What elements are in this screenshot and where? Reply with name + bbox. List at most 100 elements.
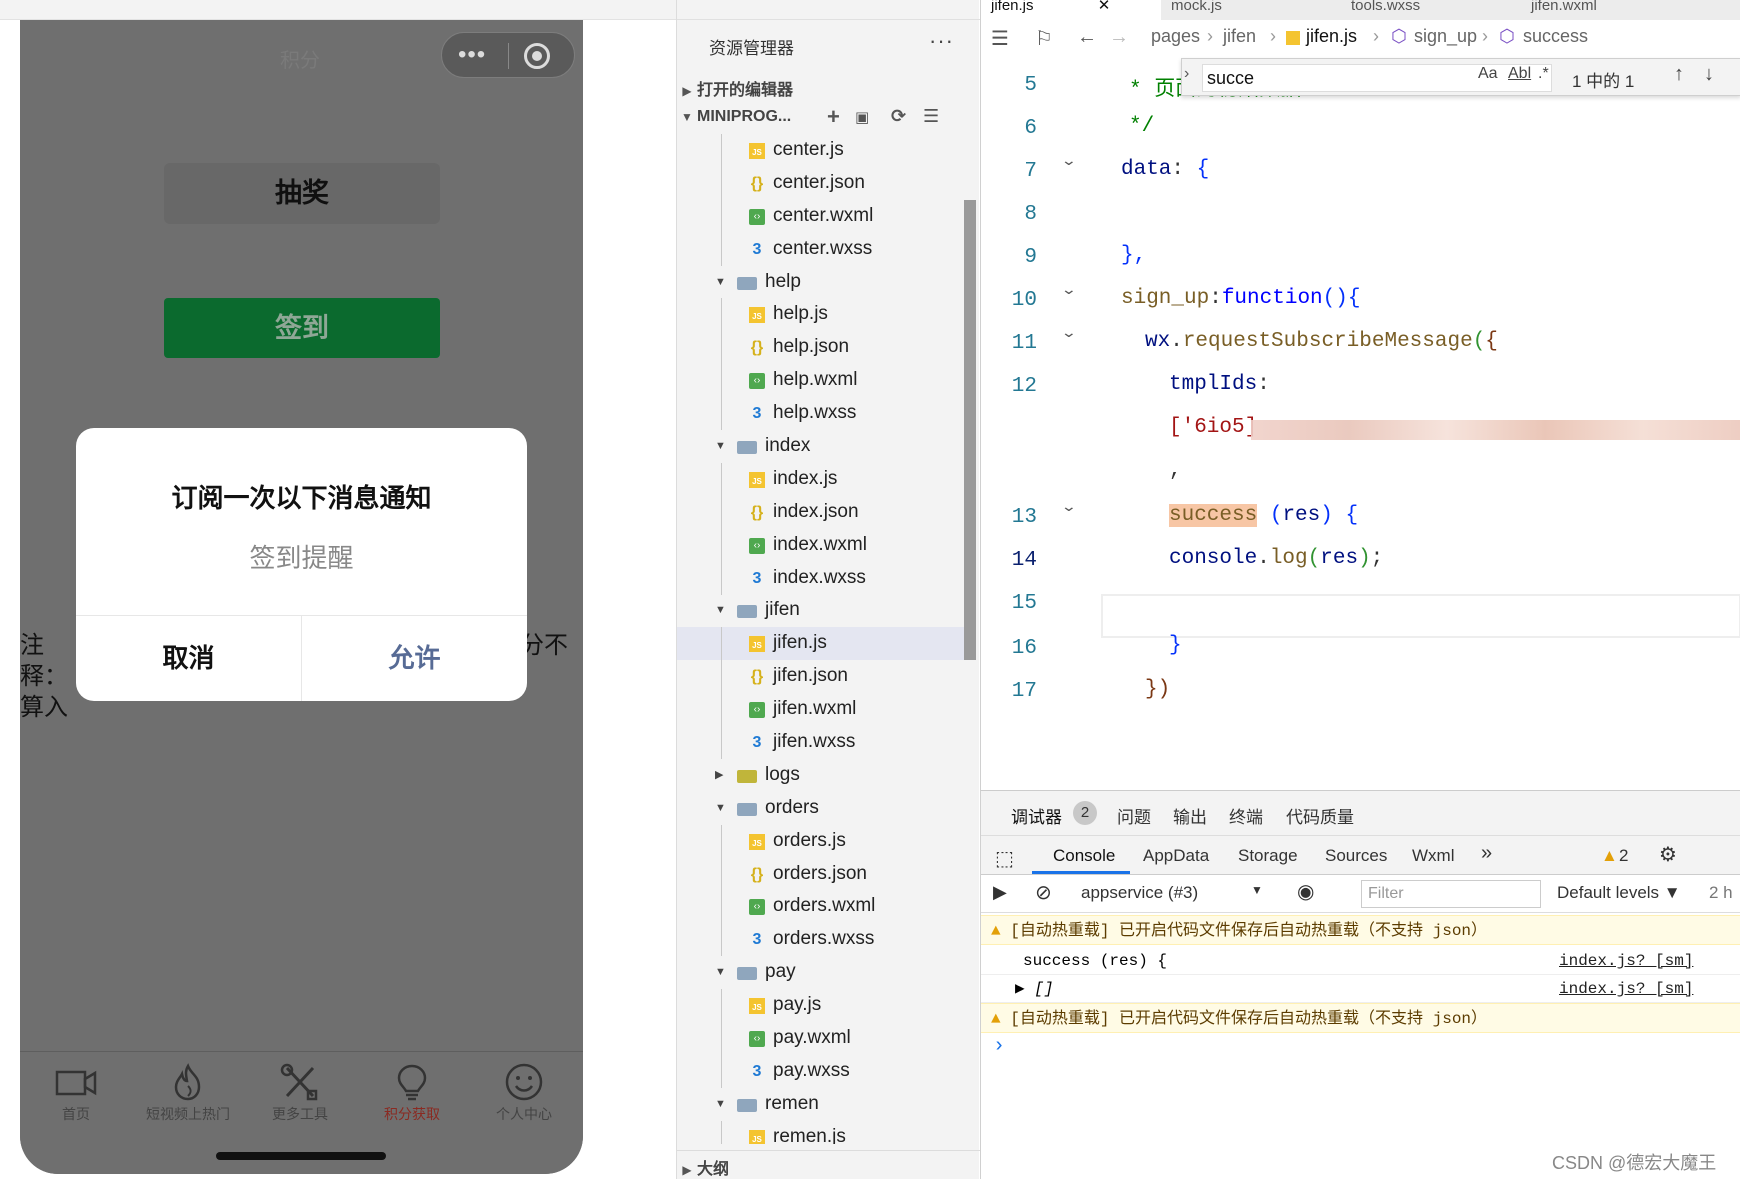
file-item[interactable]: ‹› center.wxml xyxy=(677,199,964,233)
tab-terminal[interactable]: 终端 xyxy=(1229,803,1263,828)
filter-input[interactable]: Filter xyxy=(1361,880,1541,908)
tab-storage[interactable]: Storage xyxy=(1238,846,1298,866)
breadcrumb-item[interactable]: jifen.js xyxy=(1306,26,1357,47)
eye-icon[interactable]: ◉ xyxy=(1297,879,1314,904)
open-editors-section[interactable]: ▶ 打开的编辑器 xyxy=(677,76,980,102)
tab-output[interactable]: 输出 xyxy=(1173,803,1207,828)
next-match-icon[interactable]: ↓ xyxy=(1704,63,1714,86)
file-item[interactable]: JS pay.js xyxy=(677,989,964,1023)
close-miniprogram-icon[interactable] xyxy=(524,43,550,69)
lottery-button[interactable]: 抽奖 xyxy=(164,163,440,224)
file-item[interactable]: JS help.js xyxy=(677,298,964,332)
file-item[interactable]: ‹› help.wxml xyxy=(677,364,964,398)
tab-hot-video[interactable]: 短视频上热门 xyxy=(132,1062,244,1124)
outline-section[interactable]: ▶ 大纲 xyxy=(677,1150,980,1179)
signin-button[interactable]: 签到 xyxy=(164,298,440,358)
file-item[interactable]: {} center.json xyxy=(677,166,964,200)
file-item[interactable]: ‹› pay.wxml xyxy=(677,1022,964,1056)
console-prompt[interactable]: › xyxy=(981,1035,1740,1058)
chevron-down-icon[interactable]: ▼ xyxy=(715,594,729,627)
fold-chevron-icon[interactable]: ⌄ xyxy=(1061,498,1077,515)
tab-jifen-js[interactable]: jifen.js ✕ xyxy=(981,0,1161,20)
folder-item[interactable]: ▼ pay xyxy=(677,956,964,989)
file-item[interactable]: 3 orders.wxss xyxy=(677,923,964,957)
tab-tools-wxss[interactable]: tools.wxss xyxy=(1341,0,1521,20)
list-icon[interactable]: ☰ xyxy=(991,26,1009,51)
folder-item[interactable]: ▶ logs xyxy=(677,759,964,792)
inspect-element-icon[interactable]: ⬚ xyxy=(995,846,1014,871)
file-item[interactable]: 3 pay.wxss xyxy=(677,1054,964,1088)
tab-jifen-wxml[interactable]: jifen.wxml xyxy=(1521,0,1721,20)
warning-count[interactable]: 2 xyxy=(1619,846,1628,866)
chevron-down-icon[interactable]: ▼ xyxy=(1251,883,1263,897)
file-item[interactable]: ‹› jifen.wxml xyxy=(677,693,964,727)
explorer-scrollbar[interactable] xyxy=(964,200,976,660)
folder-item[interactable]: ▼ orders xyxy=(677,792,964,825)
back-arrow-icon[interactable]: ← xyxy=(1077,26,1097,49)
bookmark-icon[interactable]: ⚐ xyxy=(1035,26,1053,51)
file-item[interactable]: {} help.json xyxy=(677,331,964,365)
file-item[interactable]: JS remen.js xyxy=(677,1120,964,1144)
forward-arrow-icon[interactable]: → xyxy=(1109,26,1129,49)
chevron-down-icon[interactable]: ▼ xyxy=(715,1088,729,1121)
capsule-menu[interactable]: ••• xyxy=(441,32,575,78)
settings-gear-icon[interactable]: ⚙ xyxy=(1659,842,1677,867)
file-item[interactable]: 3 jifen.wxss xyxy=(677,726,964,760)
console-log[interactable]: success (res) { index.js? [sm] xyxy=(981,947,1740,975)
file-item[interactable]: JS center.js xyxy=(677,134,964,167)
file-item[interactable]: 3 help.wxss xyxy=(677,397,964,431)
tab-wxml[interactable]: Wxml xyxy=(1412,846,1454,866)
previous-match-icon[interactable]: ↑ xyxy=(1674,63,1684,86)
tab-home[interactable]: 首页 xyxy=(20,1062,132,1124)
file-item[interactable]: {} jifen.json xyxy=(677,660,964,694)
file-item[interactable]: {} index.json xyxy=(677,495,964,529)
tab-mock-js[interactable]: mock.js xyxy=(1161,0,1341,20)
chevron-right-icon[interactable]: ▶ xyxy=(715,759,729,792)
tab-code-quality[interactable]: 代码质量 xyxy=(1286,803,1354,828)
folder-item[interactable]: ▼ help xyxy=(677,266,964,299)
allow-button[interactable]: 允许 xyxy=(302,616,527,701)
breadcrumb-item[interactable]: pages xyxy=(1151,26,1200,47)
clear-console-icon[interactable]: ⊘ xyxy=(1035,880,1052,905)
log-levels-dropdown[interactable]: Default levels ▼ xyxy=(1557,883,1681,903)
console-log[interactable]: ▶ [] index.js? [sm] xyxy=(981,975,1740,1003)
new-folder-icon[interactable]: ▣ xyxy=(855,108,869,126)
collapse-all-icon[interactable]: ☰ xyxy=(923,106,939,127)
close-icon[interactable]: ✕ xyxy=(1098,0,1111,14)
project-section[interactable]: ▼ MINIPROG... + ▣ ⟳ ☰ xyxy=(677,104,980,134)
cancel-button[interactable]: 取消 xyxy=(76,616,301,701)
source-link[interactable]: index.js? [sm] xyxy=(1559,947,1693,975)
breadcrumb-item[interactable]: success xyxy=(1523,26,1588,47)
file-item[interactable]: ‹› orders.wxml xyxy=(677,890,964,924)
file-item[interactable]: JS jifen.js xyxy=(677,627,964,661)
tab-appdata[interactable]: AppData xyxy=(1143,846,1209,866)
chevron-down-icon[interactable]: ▼ xyxy=(715,792,729,825)
tab-points[interactable]: 积分获取 xyxy=(356,1062,468,1124)
file-item[interactable]: 3 index.wxss xyxy=(677,561,964,595)
fold-chevron-icon[interactable]: ⌄ xyxy=(1061,152,1077,169)
context-selector[interactable]: appservice (#3) xyxy=(1081,883,1198,903)
refresh-icon[interactable]: ⟳ xyxy=(891,106,906,127)
find-input[interactable]: succe xyxy=(1202,64,1552,92)
code-area[interactable]: * 页面的初始数据 */ data: { }, sign_up:function… xyxy=(1101,52,1740,790)
breadcrumb-item[interactable]: sign_up xyxy=(1414,26,1477,47)
fold-chevron-icon[interactable]: ⌄ xyxy=(1061,281,1077,298)
more-tabs-icon[interactable]: » xyxy=(1481,842,1492,865)
tab-profile[interactable]: 个人中心 xyxy=(468,1062,580,1124)
chevron-down-icon[interactable]: ▼ xyxy=(715,266,729,299)
chevron-down-icon[interactable]: ▼ xyxy=(715,956,729,989)
tab-sources[interactable]: Sources xyxy=(1325,846,1387,866)
whole-word-toggle[interactable]: Abl xyxy=(1508,65,1531,83)
explorer-more-icon[interactable]: ··· xyxy=(929,28,954,54)
match-case-toggle[interactable]: Aa xyxy=(1478,65,1498,83)
folder-item[interactable]: ▼ remen xyxy=(677,1088,964,1121)
breadcrumb-item[interactable]: jifen xyxy=(1223,26,1256,47)
file-item[interactable]: ‹› index.wxml xyxy=(677,528,964,562)
sidebar-toggle-icon[interactable]: ▶ xyxy=(993,882,1007,903)
tab-debugger[interactable]: 调试器 xyxy=(1011,803,1062,828)
tab-problems[interactable]: 问题 xyxy=(1117,803,1151,828)
file-item[interactable]: JS orders.js xyxy=(677,824,964,858)
source-link[interactable]: index.js? [sm] xyxy=(1559,975,1693,1003)
chevron-down-icon[interactable]: ▼ xyxy=(715,430,729,463)
fold-chevron-icon[interactable]: ⌄ xyxy=(1061,324,1077,341)
